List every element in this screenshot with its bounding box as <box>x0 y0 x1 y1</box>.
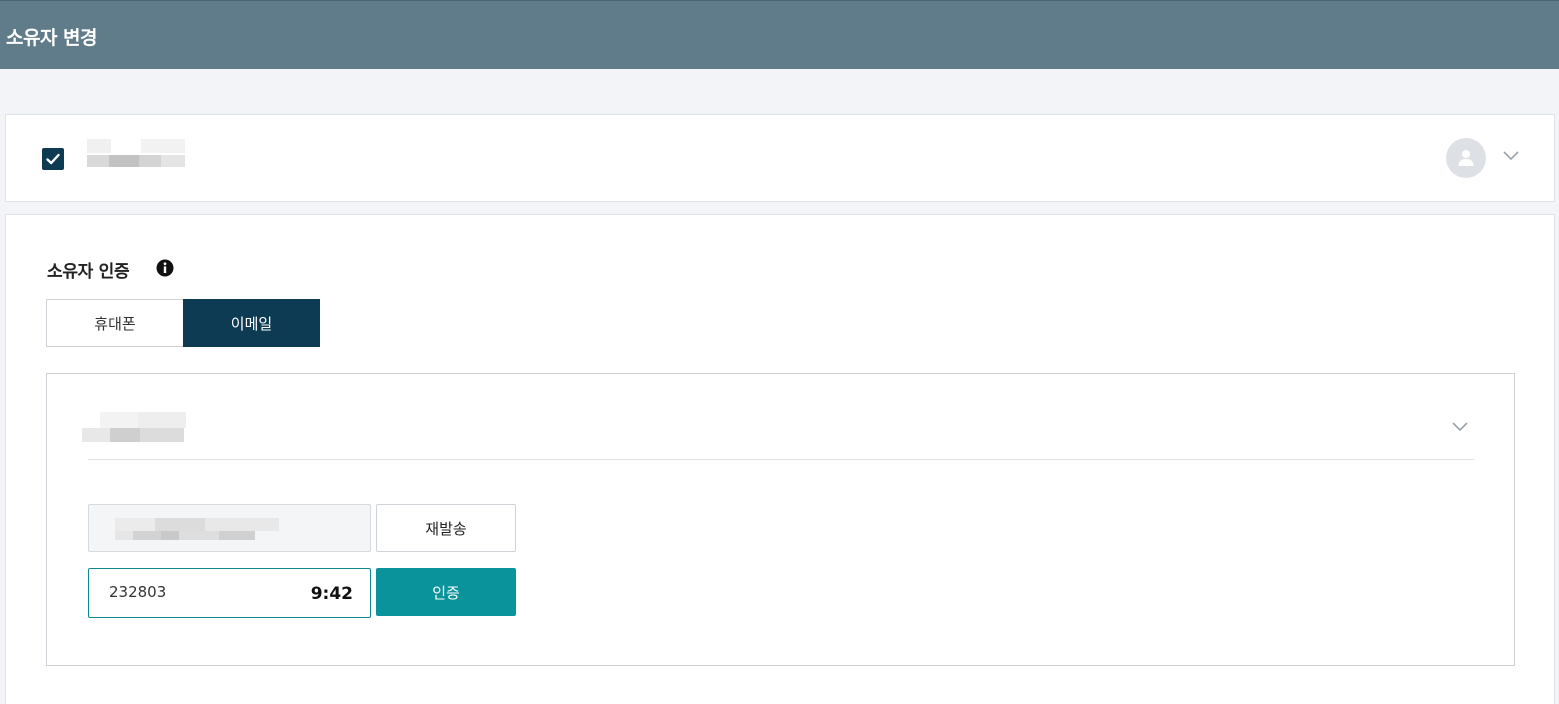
info-icon[interactable] <box>156 259 174 277</box>
email-address-field <box>88 504 371 552</box>
page-title: 소유자 변경 <box>6 27 98 49</box>
owner-name-redacted <box>81 139 203 169</box>
tab-email[interactable]: 이메일 <box>183 299 320 347</box>
email-select-redacted[interactable] <box>80 412 186 444</box>
owner-card[interactable] <box>5 114 1555 202</box>
divider <box>88 459 1474 460</box>
auth-method-tabs: 휴대폰 이메일 <box>46 299 320 347</box>
verification-code-input[interactable] <box>109 583 289 601</box>
section-title: 소유자 인증 <box>47 262 130 282</box>
check-icon <box>46 153 60 165</box>
email-auth-panel: 재발송 9:42 인증 <box>46 373 1515 666</box>
resend-button[interactable]: 재발송 <box>376 504 516 552</box>
owner-checkbox[interactable] <box>42 148 64 170</box>
owner-auth-card: 소유자 인증 휴대폰 이메일 재발송 9:42 인증 <box>5 214 1555 704</box>
tab-phone[interactable]: 휴대폰 <box>46 299 183 347</box>
page-header: 소유자 변경 <box>0 0 1559 69</box>
user-icon <box>1458 150 1474 166</box>
verification-code-field[interactable]: 9:42 <box>88 568 371 618</box>
email-address-redacted <box>115 518 279 540</box>
countdown-timer: 9:42 <box>310 584 353 604</box>
chevron-down-icon[interactable] <box>1502 149 1520 161</box>
chevron-down-icon[interactable] <box>1451 420 1469 432</box>
verify-button[interactable]: 인증 <box>376 568 516 616</box>
avatar <box>1446 138 1486 178</box>
